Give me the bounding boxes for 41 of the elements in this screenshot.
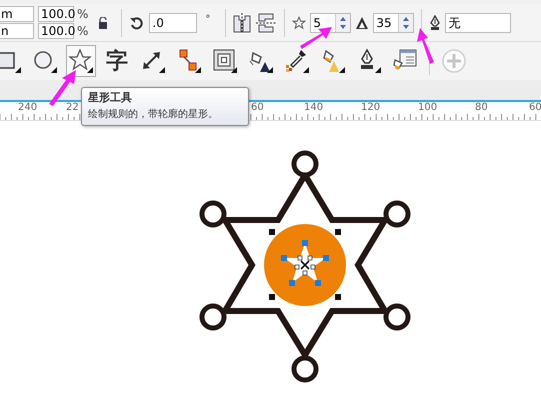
- spin-arrows-icon[interactable]: [398, 14, 414, 32]
- scale-field[interactable]: 100.0: [38, 23, 74, 39]
- size-field[interactable]: n: [0, 23, 34, 39]
- ruler-label: 60: [529, 102, 541, 113]
- lock-icon[interactable]: [98, 16, 108, 28]
- mirror-horizontal-icon[interactable]: [233, 12, 252, 34]
- ruler-label: 120: [361, 102, 380, 113]
- text-tool-button[interactable]: 字: [102, 45, 132, 77]
- annotation-arrow: [417, 28, 434, 64]
- ruler-label: 240: [18, 102, 38, 113]
- fill-icon: [320, 48, 346, 74]
- contour-icon: [212, 48, 238, 74]
- pen-nib-icon: [429, 14, 442, 30]
- points-spinbox[interactable]: 5: [310, 12, 352, 32]
- rotate-icon: [129, 14, 146, 30]
- spin-arrows-icon[interactable]: [335, 14, 350, 32]
- ruler-label: 22: [66, 102, 79, 113]
- ellipse-icon: [32, 48, 58, 74]
- star-icon: [292, 16, 306, 30]
- tooltip-title: 星形工具: [88, 90, 133, 105]
- ruler-label: 140: [304, 102, 324, 113]
- outline-width-field[interactable]: 无: [445, 12, 512, 32]
- unit-label: °: [205, 14, 210, 25]
- scale-field[interactable]: 100.0: [38, 6, 74, 22]
- size-field[interactable]: m: [0, 6, 34, 22]
- eyedropper-icon: [284, 48, 310, 74]
- star-icon: [68, 48, 94, 74]
- star-tool-button[interactable]: [66, 45, 96, 77]
- unit-label: %: [77, 7, 88, 21]
- selection-handles[interactable]: [269, 229, 341, 300]
- ruler-label: 60: [251, 102, 264, 113]
- ruler-label: 100: [418, 102, 438, 113]
- mirror-vertical-icon[interactable]: [255, 12, 278, 32]
- rotation-field[interactable]: .0: [149, 12, 198, 32]
- annotation-arrow: [300, 27, 332, 49]
- unit-label: %: [77, 24, 88, 38]
- ruler-label: 80: [475, 102, 488, 113]
- add-icon: [441, 48, 467, 74]
- sharpness-icon: [355, 16, 370, 30]
- tooltip-description: 绘制规则的，带轮廓的星形。: [88, 108, 219, 121]
- sharpness-spinbox[interactable]: 35: [373, 12, 414, 32]
